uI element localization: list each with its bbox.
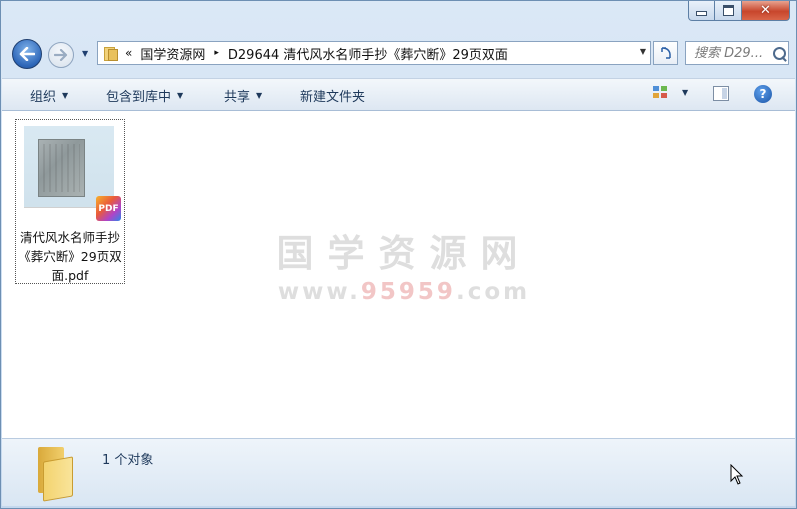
command-bar: 组织 ▼ 包含到库中 ▼ 共享 ▼ 新建文件夹 ▼ ? <box>2 78 795 111</box>
chevron-down-icon: ▼ <box>62 91 69 100</box>
breadcrumb-item-current[interactable]: D29644 清代风水名师手抄《葬穴断》29页双面 <box>228 44 508 63</box>
minimize-button[interactable] <box>688 1 715 21</box>
search-input[interactable] <box>694 45 770 61</box>
back-button[interactable] <box>12 39 42 69</box>
close-button[interactable]: ✕ <box>742 1 790 21</box>
details-pane: 1 个对象 <box>2 438 795 506</box>
watermark-url-number: 95959 <box>360 279 456 305</box>
breadcrumb-item-root[interactable]: 国学资源网 <box>140 44 205 63</box>
breadcrumb-separator[interactable]: ▸ <box>214 48 219 58</box>
minimize-icon <box>696 11 707 16</box>
watermark-url: www.95959.com <box>274 279 534 305</box>
search-icon[interactable] <box>773 46 786 60</box>
view-icon-tile <box>653 93 659 98</box>
chevron-down-icon: ▼ <box>682 88 689 97</box>
folder-icon <box>35 447 73 502</box>
include-library-label: 包含到库中 <box>106 90 172 105</box>
explorer-window: ✕ ▼ « 国学资源网 ▸ D29644 清代风水名师手抄《葬穴断》29页双面 … <box>0 0 797 509</box>
folder-front <box>43 456 73 502</box>
maximize-icon <box>722 5 734 16</box>
organize-button[interactable]: 组织 ▼ <box>30 86 68 105</box>
forward-arrow-icon <box>54 49 68 61</box>
watermark: 国学资源网 www.95959.com <box>274 223 534 305</box>
view-icon-tile <box>653 86 659 91</box>
pdf-icon: PDF <box>96 196 121 221</box>
share-label: 共享 <box>224 90 251 105</box>
new-folder-button[interactable]: 新建文件夹 <box>300 86 365 105</box>
organize-label: 组织 <box>30 90 57 105</box>
recent-pages-dropdown[interactable]: ▼ <box>82 49 88 58</box>
close-icon: ✕ <box>760 3 771 18</box>
share-button[interactable]: 共享 ▼ <box>224 86 262 105</box>
file-list-area[interactable]: 国学资源网 www.95959.com PDF 清代风水名师手抄《葬穴断》29页… <box>2 111 795 438</box>
new-folder-label: 新建文件夹 <box>300 90 366 105</box>
include-in-library-button[interactable]: 包含到库中 ▼ <box>106 86 183 105</box>
document-scan-image <box>38 139 85 197</box>
navigation-bar: ▼ « 国学资源网 ▸ D29644 清代风水名师手抄《葬穴断》29页双面 ▼ <box>1 37 796 71</box>
chevron-down-icon: ▼ <box>256 91 263 100</box>
address-dropdown-icon[interactable]: ▼ <box>640 47 646 56</box>
refresh-button[interactable] <box>653 41 678 65</box>
pdf-badge-label: PDF <box>98 203 119 214</box>
caption-buttons: ✕ <box>688 1 790 21</box>
watermark-url-suffix: .com <box>455 279 531 305</box>
watermark-url-prefix: www. <box>277 279 361 305</box>
refresh-icon <box>660 47 671 59</box>
item-count: 1 个对象 <box>102 453 154 468</box>
back-arrow-icon <box>19 47 35 61</box>
chevron-down-icon: ▼ <box>177 91 184 100</box>
maximize-button[interactable] <box>715 1 742 21</box>
file-item[interactable]: PDF 清代风水名师手抄《葬穴断》29页双面.pdf <box>15 119 125 284</box>
view-icon-tile <box>661 86 667 91</box>
search-box[interactable] <box>685 41 789 65</box>
forward-button[interactable] <box>48 42 74 68</box>
breadcrumb-overflow-chevron[interactable]: « <box>125 46 132 60</box>
file-name: 清代风水名师手抄《葬穴断》29页双面.pdf <box>18 230 122 283</box>
watermark-title: 国学资源网 <box>276 232 532 275</box>
preview-pane-button[interactable] <box>713 86 729 101</box>
change-view-button[interactable] <box>653 86 671 102</box>
mouse-cursor-icon <box>730 464 744 485</box>
view-options-dropdown[interactable]: ▼ <box>682 88 688 97</box>
address-bar[interactable]: « 国学资源网 ▸ D29644 清代风水名师手抄《葬穴断》29页双面 ▼ <box>97 41 651 65</box>
help-icon: ? <box>759 87 767 101</box>
view-icon-tile <box>661 93 667 98</box>
help-button[interactable]: ? <box>754 85 772 103</box>
folder-icon <box>103 46 118 61</box>
